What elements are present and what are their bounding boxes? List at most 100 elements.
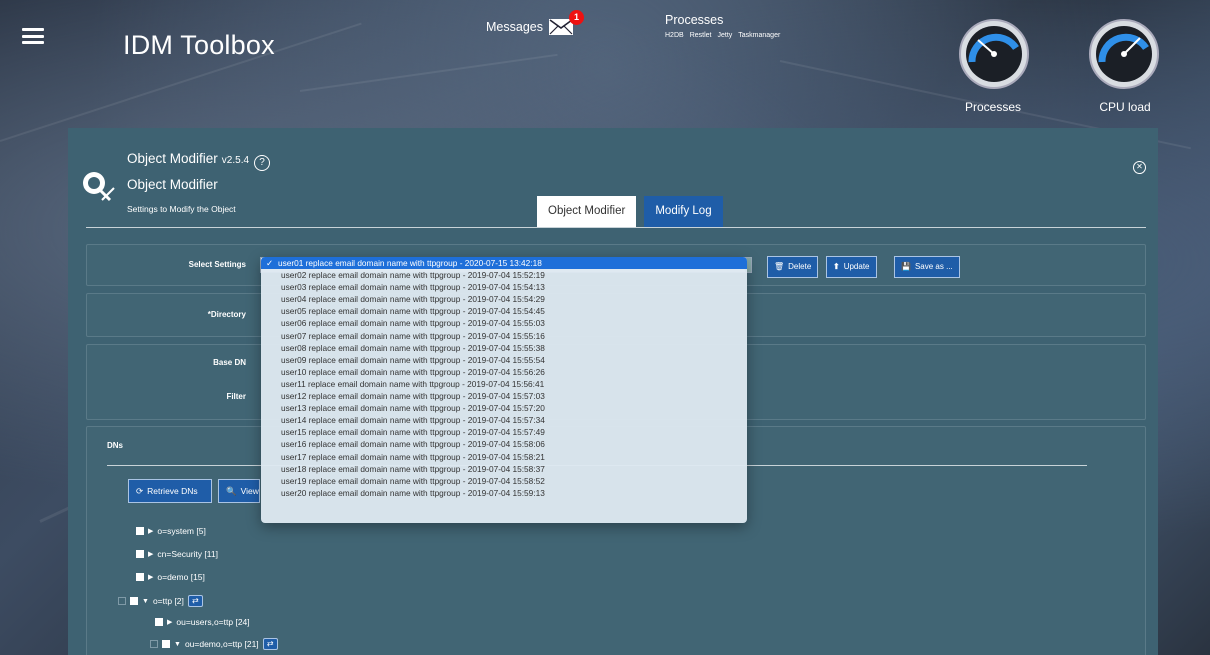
- settings-option-label: user11 replace email domain name with tt…: [281, 378, 545, 389]
- messages-label: Messages: [486, 20, 543, 34]
- settings-option[interactable]: user07 replace email domain name with tt…: [261, 330, 747, 342]
- tree-node[interactable]: ▶ o=demo [15]: [136, 572, 205, 582]
- tree-node[interactable]: ▶ o=system [5]: [136, 526, 206, 536]
- help-icon[interactable]: ?: [254, 155, 271, 171]
- refresh-node-icon[interactable]: ⇄: [187, 595, 203, 607]
- settings-option[interactable]: user19 replace email domain name with tt…: [261, 475, 747, 487]
- checkbox[interactable]: [155, 618, 163, 626]
- close-icon[interactable]: ✕: [1133, 161, 1146, 174]
- tree-node[interactable]: ▶ ou=users,o=ttp [24]: [155, 617, 250, 627]
- tree-node-label: ou=users,o=ttp [24]: [176, 617, 250, 627]
- update-button[interactable]: ⬆ Update: [826, 256, 877, 278]
- trash-icon: 🗑: [774, 262, 785, 271]
- settings-option-label: user02 replace email domain name with tt…: [281, 270, 545, 281]
- settings-option[interactable]: user16 replace email domain name with tt…: [261, 438, 747, 450]
- floppy-disk-icon: 💾: [901, 262, 911, 271]
- settings-option[interactable]: user11 replace email domain name with tt…: [261, 378, 747, 390]
- envelope-icon: 1: [548, 10, 584, 35]
- settings-option-label: user08 replace email domain name with tt…: [281, 342, 545, 353]
- process-link-jetty[interactable]: Jetty: [717, 32, 732, 39]
- messages-count-badge: 1: [568, 10, 584, 25]
- tree-node[interactable]: ▶ cn=Security [11]: [136, 549, 218, 559]
- caret-right-icon[interactable]: ▶: [148, 573, 153, 581]
- processes-title: Processes: [665, 13, 724, 27]
- save-as-button[interactable]: 💾 Save as ...: [894, 256, 960, 278]
- settings-option-label: user14 replace email domain name with tt…: [281, 415, 545, 426]
- settings-option[interactable]: user02 replace email domain name with tt…: [261, 269, 747, 281]
- settings-option[interactable]: user15 replace email domain name with tt…: [261, 426, 747, 438]
- caret-right-icon[interactable]: ▶: [148, 527, 153, 535]
- caret-down-icon[interactable]: ▼: [174, 641, 181, 648]
- save-as-button-label: Save as ...: [914, 262, 953, 271]
- settings-option[interactable]: user04 replace email domain name with tt…: [261, 293, 747, 305]
- tab-modify-log[interactable]: Modify Log: [644, 196, 723, 227]
- settings-option[interactable]: user05 replace email domain name with tt…: [261, 305, 747, 317]
- hamburger-menu-icon[interactable]: [22, 28, 44, 44]
- settings-option[interactable]: user17 replace email domain name with tt…: [261, 451, 747, 463]
- settings-option-label: user13 replace email domain name with tt…: [281, 403, 545, 414]
- settings-option[interactable]: ✓ user01 replace email domain name with t…: [261, 257, 747, 270]
- checkbox[interactable]: [136, 550, 144, 558]
- caret-right-icon[interactable]: ▶: [148, 550, 153, 558]
- settings-option[interactable]: user18 replace email domain name with tt…: [261, 463, 747, 475]
- process-link-h2db[interactable]: H2DB: [665, 32, 684, 39]
- view-button[interactable]: 🔍 View: [218, 479, 260, 503]
- panel-version: v2.5.4: [221, 155, 250, 166]
- settings-option[interactable]: user10 replace email domain name with tt…: [261, 366, 747, 378]
- checkbox-outline[interactable]: [150, 640, 158, 648]
- update-button-label: Update: [843, 262, 870, 271]
- settings-option[interactable]: user12 replace email domain name with tt…: [261, 390, 747, 402]
- settings-option-label: user19 replace email domain name with tt…: [281, 475, 545, 486]
- caret-right-icon[interactable]: ▶: [167, 618, 172, 626]
- tree-node[interactable]: ▼ o=ttp [2] ⇄: [118, 595, 203, 607]
- settings-option[interactable]: user09 replace email domain name with tt…: [261, 354, 747, 366]
- settings-option[interactable]: user13 replace email domain name with tt…: [261, 402, 747, 414]
- process-links: H2DB Restlet Jetty Taskmanager: [665, 32, 780, 39]
- messages-button[interactable]: Messages 1: [486, 10, 584, 35]
- tab-object-modifier[interactable]: Object Modifier: [537, 196, 637, 227]
- settings-option[interactable]: user03 replace email domain name with tt…: [261, 281, 747, 293]
- upload-icon: ⬆: [833, 262, 840, 271]
- tree-node-label: cn=Security [11]: [157, 549, 218, 559]
- settings-option-label: user20 replace email domain name with tt…: [281, 487, 545, 498]
- select-settings-label: Select Settings: [188, 260, 246, 269]
- tree-node-label: o=demo [15]: [157, 572, 205, 582]
- settings-option-label: user10 replace email domain name with tt…: [281, 366, 545, 377]
- magnifier-icon: 🔍: [226, 486, 237, 496]
- settings-option-label: user16 replace email domain name with tt…: [281, 439, 545, 450]
- settings-option[interactable]: user08 replace email domain name with tt…: [261, 342, 747, 354]
- retrieve-dns-button[interactable]: ⟳ Retrieve DNs: [128, 479, 212, 503]
- refresh-icon: ⟳: [136, 486, 144, 496]
- retrieve-dns-label: Retrieve DNs: [147, 486, 198, 496]
- cpu-load-gauge-label: CPU load: [1099, 100, 1151, 114]
- process-link-taskmanager[interactable]: Taskmanager: [738, 32, 780, 39]
- settings-option-label: user15 replace email domain name with tt…: [281, 427, 545, 438]
- checkbox[interactable]: [162, 640, 170, 648]
- checkbox[interactable]: [130, 597, 138, 605]
- settings-option-label: user04 replace email domain name with tt…: [281, 294, 545, 305]
- caret-down-icon[interactable]: ▼: [142, 598, 149, 605]
- tree-node[interactable]: ▼ ou=demo,o=ttp [21] ⇄: [150, 638, 278, 650]
- panel-subtitle: Object Modifier: [127, 177, 218, 192]
- settings-option[interactable]: user14 replace email domain name with tt…: [261, 414, 747, 426]
- settings-option-label: user12 replace email domain name with tt…: [281, 391, 545, 402]
- app-header: IDM Toolbox Messages 1 Processes H2DB Re…: [0, 0, 1210, 130]
- checkbox[interactable]: [136, 573, 144, 581]
- processes-gauge-icon[interactable]: [958, 18, 1030, 90]
- checkbox-outline[interactable]: [118, 597, 126, 605]
- settings-option-label: user03 replace email domain name with tt…: [281, 282, 545, 293]
- settings-option[interactable]: user06 replace email domain name with tt…: [261, 317, 747, 329]
- delete-button[interactable]: 🗑 Delete: [767, 256, 819, 278]
- settings-option-label: user05 replace email domain name with tt…: [281, 306, 545, 317]
- object-modifier-panel: Object Modifier v2.5.4? Object Modifier S…: [68, 128, 1158, 655]
- tree-node-label: o=system [5]: [157, 526, 206, 536]
- tree-node-label: ou=demo,o=ttp [21]: [184, 639, 259, 649]
- cpu-load-gauge-icon[interactable]: [1088, 18, 1160, 90]
- view-button-label: View: [240, 486, 259, 496]
- settings-option-label: user06 replace email domain name with tt…: [281, 318, 545, 329]
- refresh-node-icon[interactable]: ⇄: [262, 638, 278, 650]
- settings-dropdown-list[interactable]: ✓ user01 replace email domain name with t…: [261, 257, 747, 523]
- process-link-restlet[interactable]: Restlet: [690, 32, 712, 39]
- checkbox[interactable]: [136, 527, 144, 535]
- settings-option[interactable]: user20 replace email domain name with tt…: [261, 487, 747, 499]
